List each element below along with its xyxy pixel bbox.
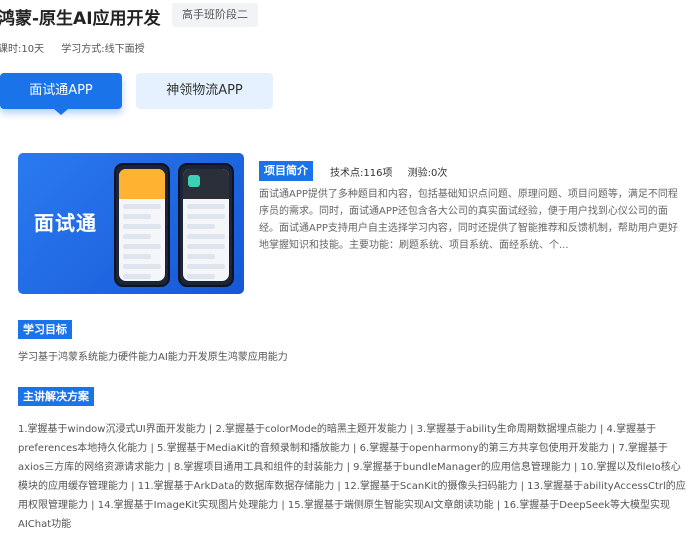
project-intro-tag: 项目简介 <box>259 161 313 181</box>
stage-badge: 高手班阶段二 <box>172 3 258 27</box>
phone-mockup <box>178 163 234 287</box>
study-mode-text: 学习方式:线下面授 <box>61 44 145 55</box>
course-title: 鸿蒙-原生AI应用开发 <box>0 9 161 29</box>
tests-count: 测验:0次 <box>407 168 448 179</box>
cover-title: 面试通 <box>34 211 97 235</box>
main-solution-tag: 主讲解决方案 <box>18 387 94 406</box>
course-meta: 课时:10天 学习方式:线下面授 <box>0 40 145 55</box>
learning-goal-text: 学习基于鸿蒙系统能力硬件能力AI能力开发原生鸿蒙应用能力 <box>18 352 288 363</box>
project-description: 面试通APP提供了多种题目和内容，包括基础知识点问题、原理问题、项目问题等，满足… <box>259 189 678 251</box>
learning-goal-tag: 学习目标 <box>18 320 72 339</box>
tab-mianshitong-app[interactable]: 面试通APP <box>0 73 122 109</box>
main-solution-text: 1.掌握基于window沉浸式UI界面开发能力 | 2.掌握基于colorMod… <box>18 424 686 530</box>
active-tab-pointer <box>54 109 68 115</box>
tab-shenling-logistics-app[interactable]: 神领物流APP <box>136 73 273 109</box>
duration-text: 课时:10天 <box>0 44 45 55</box>
phone-mockup <box>114 163 170 287</box>
project-cover-image: 面试通 <box>18 153 244 294</box>
project-stats: 技术点:116项 测验:0次 <box>330 164 447 179</box>
tech-points-count: 技术点:116项 <box>330 168 393 179</box>
